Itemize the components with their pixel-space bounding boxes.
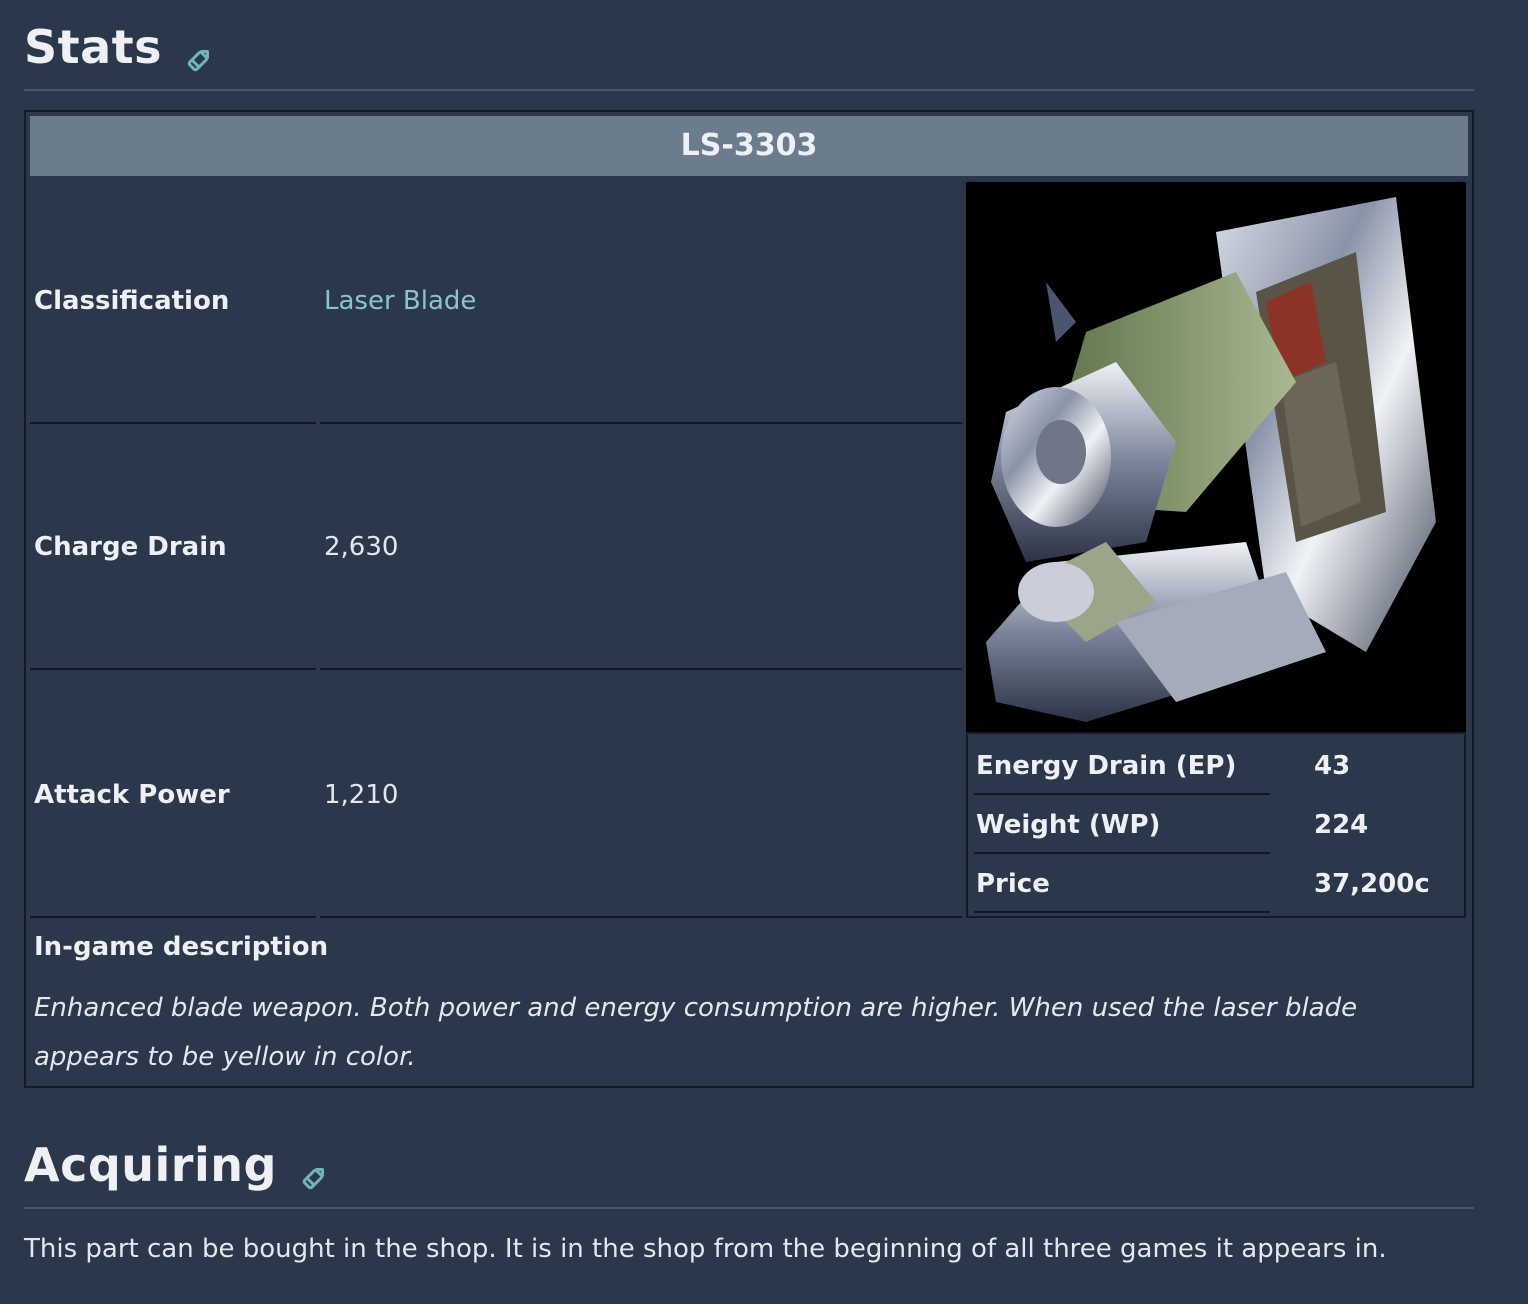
stat-value: 1,210 bbox=[324, 780, 399, 810]
description-text: Enhanced blade weapon. Both power and en… bbox=[34, 993, 1358, 1072]
stats-heading-text: Stats bbox=[24, 20, 163, 74]
stats-heading: Stats bbox=[24, 20, 214, 74]
part-image[interactable] bbox=[966, 182, 1466, 732]
stat-label: Attack Power bbox=[34, 780, 230, 810]
wiki-page: Stats LS-3303 Classification Laser Blade… bbox=[0, 0, 1528, 1304]
side-label: Price bbox=[976, 868, 1050, 899]
side-row-price: Price 37,200c bbox=[968, 854, 1464, 913]
side-value: 224 bbox=[1314, 809, 1369, 840]
row-divider bbox=[974, 911, 1270, 913]
side-label: Energy Drain (EP) bbox=[976, 750, 1237, 781]
stat-label: Classification bbox=[34, 286, 230, 316]
description-label: In-game description bbox=[34, 932, 329, 962]
stat-row-attack-power: Attack Power 1,210 bbox=[30, 672, 962, 918]
stats-divider bbox=[24, 89, 1474, 91]
side-row-weight: Weight (WP) 224 bbox=[968, 795, 1464, 854]
acquiring-heading: Acquiring bbox=[24, 1138, 329, 1192]
row-divider bbox=[30, 668, 316, 670]
side-value: 43 bbox=[1314, 750, 1351, 781]
laser-blade-part-image bbox=[986, 197, 1436, 722]
acquiring-text: This part can be bought in the shop. It … bbox=[24, 1234, 1387, 1264]
infobox-title: LS-3303 bbox=[30, 116, 1468, 176]
side-value: 37,200c bbox=[1314, 868, 1430, 899]
stat-label: Charge Drain bbox=[34, 532, 227, 562]
classification-link[interactable]: Laser Blade bbox=[324, 286, 476, 316]
stat-value: 2,630 bbox=[324, 532, 399, 562]
row-divider bbox=[30, 916, 316, 918]
acquiring-divider bbox=[24, 1207, 1474, 1209]
part-infobox: LS-3303 Classification Laser Blade Charg… bbox=[24, 110, 1474, 1088]
acquiring-heading-text: Acquiring bbox=[24, 1138, 277, 1192]
side-row-energy-drain: Energy Drain (EP) 43 bbox=[968, 736, 1464, 795]
row-divider bbox=[320, 668, 962, 670]
stat-row-classification: Classification Laser Blade bbox=[30, 178, 962, 424]
row-divider bbox=[320, 916, 962, 918]
stat-row-charge-drain: Charge Drain 2,630 bbox=[30, 424, 962, 670]
pencil-icon[interactable] bbox=[184, 36, 214, 72]
side-label: Weight (WP) bbox=[976, 809, 1161, 840]
pencil-icon[interactable] bbox=[299, 1154, 329, 1190]
side-stats-table: Energy Drain (EP) 43 Weight (WP) 224 Pri… bbox=[966, 732, 1466, 918]
